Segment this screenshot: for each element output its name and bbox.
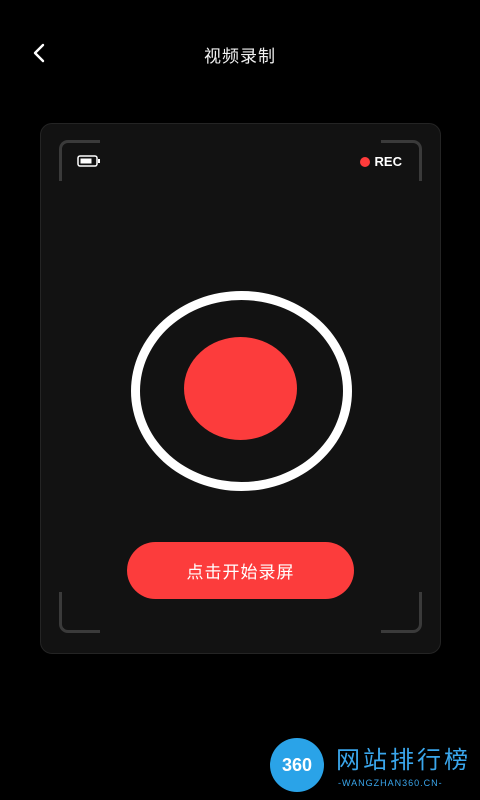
start-recording-button[interactable]: 点击开始录屏 <box>127 542 354 599</box>
recording-card: REC 点击开始录屏 <box>40 123 441 654</box>
rec-dot-icon <box>359 156 370 167</box>
rec-label: REC <box>374 154 402 169</box>
record-button[interactable] <box>184 337 297 440</box>
battery-icon <box>77 155 100 167</box>
rec-indicator: REC <box>359 154 402 169</box>
page-title: 视频录制 <box>204 47 276 67</box>
frame-corner-bottom-left <box>59 592 100 633</box>
top-bar: 视频录制 <box>0 0 480 105</box>
watermark-logo-text: 360 <box>281 754 313 775</box>
watermark: 360 网站排行榜 -WANGZHAN360.CN- <box>270 738 480 798</box>
frame-corner-bottom-right <box>381 592 422 633</box>
watermark-title: 网站排行榜 <box>336 746 471 774</box>
watermark-subtitle: -WANGZHAN360.CN- <box>338 778 443 788</box>
watermark-logo: 360 <box>270 738 324 792</box>
